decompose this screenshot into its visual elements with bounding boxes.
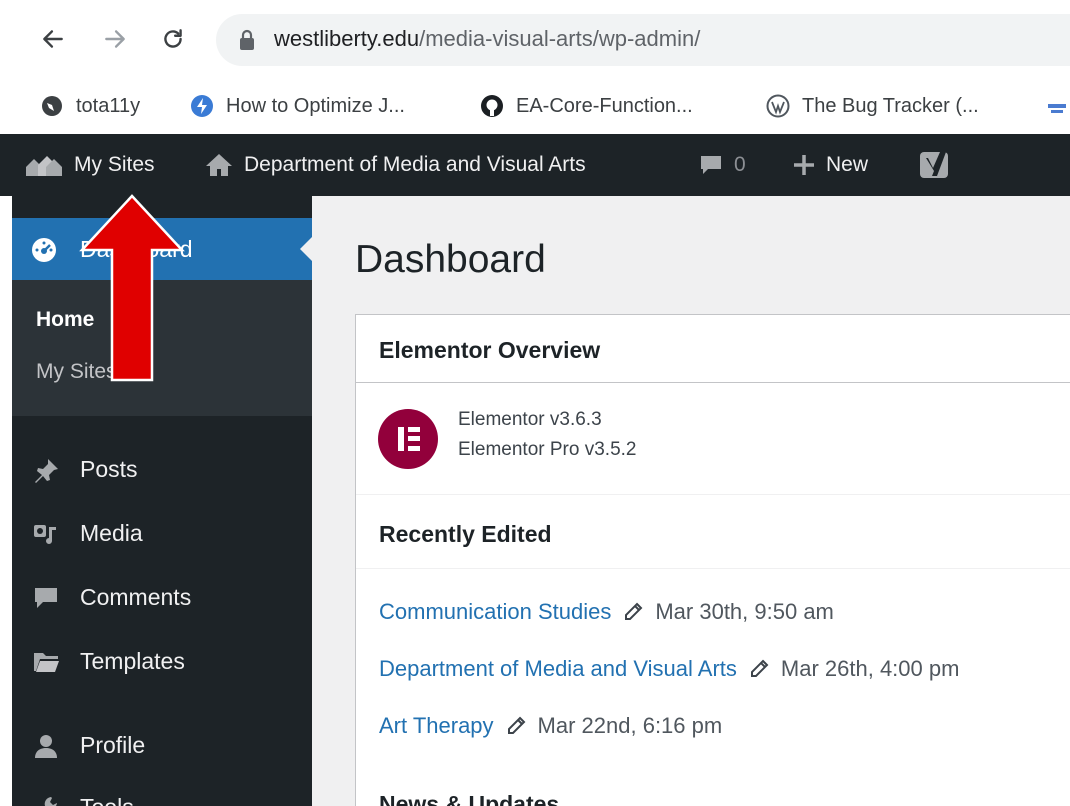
bookmark-label: EA-Core-Function... <box>516 94 693 117</box>
page-title: Dashboard <box>355 238 546 281</box>
reload-icon <box>164 29 182 48</box>
user-icon <box>35 735 57 758</box>
my-sites-menu[interactable]: My Sites <box>24 134 155 196</box>
bookmarks-bar: tota11y How to Optimize J... EA-Core-Fun… <box>0 78 1070 134</box>
wp-admin-bar: My Sites Department of Media and Visual … <box>0 134 1070 196</box>
globe-icon <box>42 96 62 116</box>
lock-icon <box>240 29 254 50</box>
sidebar-item-label: Posts <box>80 455 138 482</box>
sidebar-item-label: Media <box>80 519 143 546</box>
bookmark-bug-tracker[interactable]: The Bug Tracker (... <box>766 86 979 126</box>
elementor-overview-widget: Elementor Overview Elementor v3.6.3 Elem… <box>355 314 1070 806</box>
elementor-pro-version: Elementor Pro v3.5.2 <box>458 439 637 460</box>
address-bar[interactable]: westliberty.edu/media-visual-arts/wp-adm… <box>216 14 1070 66</box>
annotation-arrow-icon <box>79 194 185 382</box>
reload-button[interactable] <box>156 22 190 56</box>
sidebar-item-label: Tools <box>80 794 134 806</box>
post-date: Mar 22nd, 6:16 pm <box>537 713 723 738</box>
site-name-menu[interactable]: Department of Media and Visual Arts <box>204 134 586 196</box>
post-link[interactable]: Communication Studies <box>379 599 611 625</box>
forward-arrow-icon <box>105 30 125 48</box>
yoast-icon <box>920 152 948 178</box>
sidebar-item-comments[interactable]: Comments <box>12 569 312 625</box>
url-host: westliberty.edu <box>274 26 420 51</box>
bookmark-label: tota11y <box>76 94 141 117</box>
post-link[interactable]: Department of Media and Visual Arts <box>379 656 737 682</box>
elementor-version: Elementor v3.6.3 <box>458 409 602 430</box>
widget-title: Elementor Overview <box>379 337 601 363</box>
plus-icon <box>794 155 814 175</box>
recently-edited-title: Recently Edited <box>379 521 552 547</box>
forward-button[interactable] <box>98 22 132 56</box>
bookmark-label: The Bug Tracker (... <box>802 94 979 117</box>
sidebar-item-profile[interactable]: Profile <box>12 717 312 773</box>
list-item: Communication Studies Mar 30th, 9:50 am <box>379 599 834 625</box>
yoast-menu[interactable] <box>918 134 956 196</box>
widget-header: Elementor Overview <box>356 315 1070 383</box>
back-arrow-icon <box>43 30 63 48</box>
bookmark-overflow-icon[interactable] <box>1046 98 1070 118</box>
back-button[interactable] <box>36 22 70 56</box>
sidebar-item-templates[interactable]: Templates <box>12 633 312 689</box>
new-label: New <box>826 153 869 176</box>
new-content-menu[interactable]: New <box>792 134 868 196</box>
post-date: Mar 26th, 4:00 pm <box>780 656 960 681</box>
main-content: Dashboard Elementor Overview Elementor v… <box>312 196 1070 806</box>
pencil-icon[interactable] <box>623 602 643 622</box>
comments-count: 0 <box>734 153 746 176</box>
news-updates-title: News & Updates <box>379 791 560 806</box>
sidebar-item-label: Comments <box>80 583 192 610</box>
comments-link[interactable]: 0 <box>698 134 746 196</box>
list-item: Department of Media and Visual Arts Mar … <box>379 656 959 682</box>
pushpin-icon <box>35 459 58 483</box>
elementor-logo-icon <box>378 409 438 469</box>
folder-icon <box>34 653 59 672</box>
bookmark-ea-core[interactable]: EA-Core-Function... <box>480 86 693 126</box>
media-icon <box>34 525 56 544</box>
github-icon <box>481 95 503 117</box>
sidebar-item-posts[interactable]: Posts <box>12 441 312 497</box>
wordpress-icon <box>766 94 790 118</box>
list-item: Art Therapy Mar 22nd, 6:16 pm <box>379 713 722 739</box>
url-path: /media-visual-arts/wp-admin/ <box>419 26 701 51</box>
wrench-icon <box>44 797 57 806</box>
post-date: Mar 30th, 9:50 am <box>655 599 834 624</box>
home-icon <box>206 154 232 176</box>
bookmark-tota11y[interactable]: tota11y <box>40 86 140 126</box>
post-link[interactable]: Art Therapy <box>379 713 494 739</box>
sidebar-item-media[interactable]: Media <box>12 505 312 561</box>
my-sites-icon <box>26 156 62 176</box>
browser-toolbar: westliberty.edu/media-visual-arts/wp-adm… <box>0 0 1070 78</box>
sidebar-item-label: Profile <box>80 731 146 758</box>
window-edge <box>0 196 12 806</box>
bookmark-label: How to Optimize J... <box>226 94 405 117</box>
pencil-icon[interactable] <box>749 659 769 679</box>
elementor-versions: Elementor v3.6.3 Elementor Pro v3.5.2 <box>356 383 1070 495</box>
my-sites-label: My Sites <box>74 153 155 176</box>
sidebar-item-label: Templates <box>80 647 185 674</box>
comment-bubble-icon <box>35 588 57 608</box>
bookmark-optimize[interactable]: How to Optimize J... <box>190 86 405 126</box>
pencil-icon[interactable] <box>506 716 526 736</box>
url-text: westliberty.edu/media-visual-arts/wp-adm… <box>274 26 700 52</box>
news-updates-header: News & Updates <box>356 765 1070 806</box>
comment-bubble-icon <box>701 156 721 174</box>
dashboard-gauge-icon <box>32 238 56 262</box>
bookmark-favicon-icon <box>191 95 213 117</box>
recently-edited-header: Recently Edited <box>356 495 1070 569</box>
sidebar-item-tools[interactable]: Tools <box>12 779 312 806</box>
site-name-label: Department of Media and Visual Arts <box>244 153 586 176</box>
